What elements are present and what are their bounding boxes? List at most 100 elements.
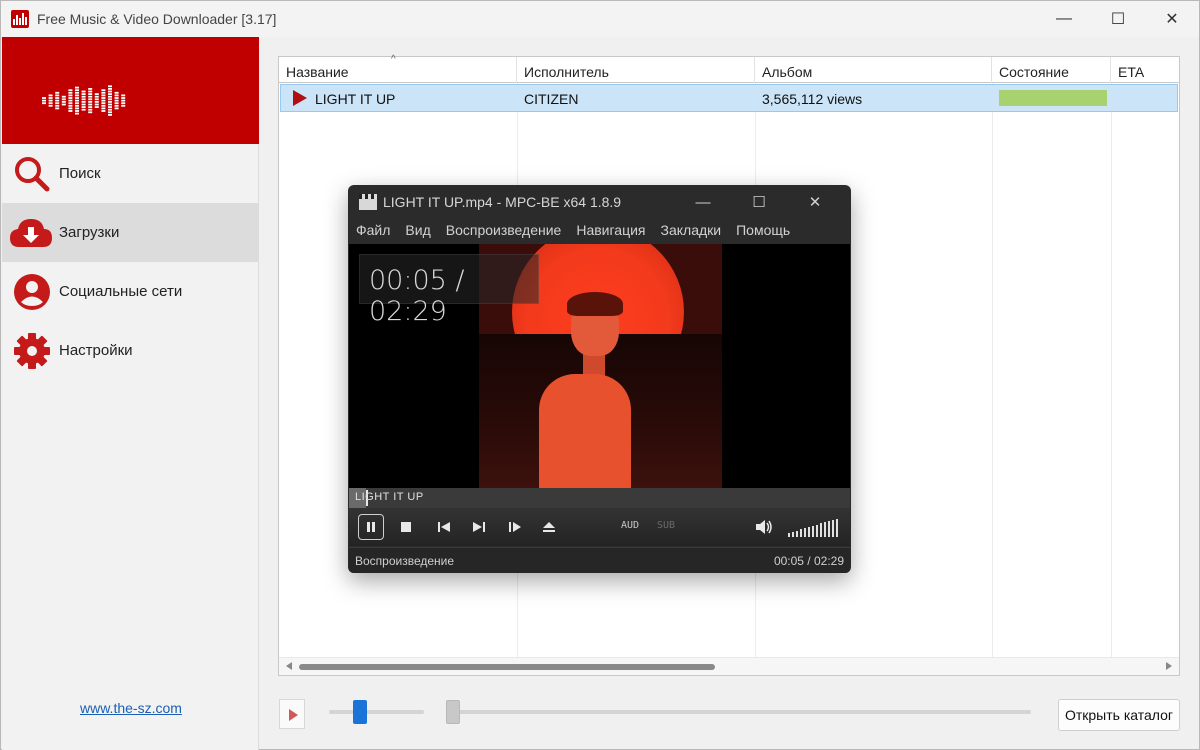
player-seekbar[interactable]: LIGHT IT UP <box>349 488 850 508</box>
skip-forward-icon <box>473 522 485 532</box>
menu-bookmarks[interactable]: Закладки <box>661 222 722 244</box>
website-link[interactable]: www.the-sz.com <box>80 700 182 716</box>
column-header-status[interactable]: Состояние <box>992 57 1111 83</box>
sidebar-item-label: Загрузки <box>59 224 120 241</box>
volume-slider-track[interactable] <box>329 710 424 714</box>
player-title: LIGHT IT UP.mp4 - MPC-BE x64 1.8.9 <box>383 194 622 210</box>
cell-title: LIGHT IT UP <box>315 91 396 107</box>
title-bar: Free Music & Video Downloader [3.17] — ☐… <box>1 1 1199 37</box>
scrollbar-thumb[interactable] <box>299 664 715 670</box>
seek-track-label: LIGHT IT UP <box>355 491 424 503</box>
volume-bar <box>812 525 814 537</box>
volume-bar <box>832 519 834 537</box>
player-volume-meter[interactable] <box>788 517 842 537</box>
media-player-window: LIGHT IT UP.mp4 - MPC-BE x64 1.8.9 — ☐ ✕… <box>348 185 851 573</box>
video-area[interactable]: 00:05 / 02:29 <box>349 244 850 488</box>
table-header: Название ^ Исполнитель Альбом Состояние … <box>279 54 1179 83</box>
sort-ascending-icon: ^ <box>391 54 396 65</box>
column-header-label: Состояние <box>999 64 1069 80</box>
window-title: Free Music & Video Downloader [3.17] <box>37 11 277 27</box>
play-icon <box>289 709 298 721</box>
sidebar: Поиск Загрузки Социальные сети Настройки… <box>2 37 259 750</box>
preview-play-button[interactable] <box>279 699 305 729</box>
scroll-left-icon[interactable] <box>286 662 292 670</box>
user-icon <box>12 272 52 312</box>
pause-icon <box>367 522 375 532</box>
scroll-right-icon[interactable] <box>1166 662 1172 670</box>
column-header-eta[interactable]: ETA <box>1111 57 1179 83</box>
pause-button[interactable] <box>358 514 384 540</box>
osd-time: 00:05 / 02:29 <box>369 265 465 327</box>
player-status-bar: Воспроизведение 00:05 / 02:29 <box>349 547 850 573</box>
download-progress-fill <box>999 90 1107 106</box>
sidebar-item-label: Поиск <box>59 165 101 182</box>
player-minimize-button[interactable]: — <box>675 185 731 219</box>
audio-track-button[interactable]: AUD <box>621 520 639 531</box>
app-logo-icon <box>11 10 29 28</box>
maximize-button[interactable]: ☐ <box>1091 1 1145 37</box>
video-figure-body <box>539 374 631 488</box>
menu-playback[interactable]: Воспроизведение <box>446 222 562 244</box>
eject-button[interactable] <box>536 514 562 540</box>
frame-step-button[interactable] <box>502 514 528 540</box>
sidebar-item-label: Социальные сети <box>59 283 183 300</box>
volume-bar <box>796 530 798 537</box>
seek-slider-track[interactable] <box>451 710 1031 714</box>
volume-bar <box>816 524 818 537</box>
brand-header <box>2 37 259 144</box>
menu-navigate[interactable]: Навигация <box>576 222 645 244</box>
player-status-time: 00:05 / 02:29 <box>773 554 844 568</box>
sidebar-item-search[interactable]: Поиск <box>2 144 258 203</box>
download-cloud-icon <box>8 213 54 253</box>
volume-slider-thumb[interactable] <box>353 700 368 724</box>
download-progress-bar <box>999 90 1107 106</box>
player-menu-bar: Файл Вид Воспроизведение Навигация Закла… <box>348 222 797 244</box>
column-header-label: Исполнитель <box>524 64 609 80</box>
volume-bar <box>820 523 822 537</box>
column-header-title[interactable]: Название ^ <box>279 54 517 83</box>
volume-bar <box>836 518 838 537</box>
search-icon <box>12 154 52 194</box>
horizontal-scrollbar[interactable] <box>279 657 1179 675</box>
sidebar-item-label: Настройки <box>59 342 133 359</box>
player-close-button[interactable]: ✕ <box>787 185 843 219</box>
subtitle-track-button[interactable]: SUB <box>657 520 675 531</box>
mute-button[interactable] <box>751 514 777 540</box>
osd-time-overlay: 00:05 / 02:29 <box>359 254 539 327</box>
menu-help[interactable]: Помощь <box>736 222 790 244</box>
equalizer-logo-icon <box>42 84 126 116</box>
clapperboard-icon <box>359 194 377 210</box>
next-button[interactable] <box>466 514 492 540</box>
skip-back-icon <box>438 522 450 532</box>
gear-icon <box>12 331 52 371</box>
sidebar-item-downloads[interactable]: Загрузки <box>2 203 258 262</box>
column-header-label: ETA <box>1118 64 1145 80</box>
player-title-bar: LIGHT IT UP.mp4 - MPC-BE x64 1.8.9 — ☐ ✕ <box>348 185 851 219</box>
menu-view[interactable]: Вид <box>405 222 430 244</box>
speaker-icon <box>756 520 772 534</box>
menu-file[interactable]: Файл <box>356 222 390 244</box>
table-row[interactable]: LIGHT IT UP CITIZEN 3,565,112 views <box>280 84 1178 112</box>
seek-slider-thumb[interactable] <box>446 700 460 724</box>
close-button[interactable]: ✕ <box>1145 1 1199 37</box>
column-header-label: Название <box>286 64 349 80</box>
volume-bar <box>792 531 794 537</box>
player-window-controls: — ☐ ✕ <box>675 185 843 219</box>
volume-bar <box>828 521 830 537</box>
open-folder-button[interactable]: Открыть каталог <box>1058 699 1180 731</box>
column-header-album[interactable]: Альбом <box>755 57 992 83</box>
previous-button[interactable] <box>431 514 457 540</box>
player-status-text: Воспроизведение <box>355 554 455 568</box>
window-controls: — ☐ ✕ <box>1037 1 1199 37</box>
cell-album: 3,565,112 views <box>762 91 863 107</box>
sidebar-item-social[interactable]: Социальные сети <box>2 262 258 321</box>
player-maximize-button[interactable]: ☐ <box>731 185 787 219</box>
column-header-artist[interactable]: Исполнитель <box>517 57 755 83</box>
stop-button[interactable] <box>393 514 419 540</box>
volume-bar <box>808 527 810 537</box>
volume-bar <box>804 528 806 537</box>
minimize-button[interactable]: — <box>1037 1 1091 37</box>
volume-bar <box>824 522 826 537</box>
player-toolbar: AUD SUB <box>349 508 850 546</box>
sidebar-item-settings[interactable]: Настройки <box>2 321 258 380</box>
